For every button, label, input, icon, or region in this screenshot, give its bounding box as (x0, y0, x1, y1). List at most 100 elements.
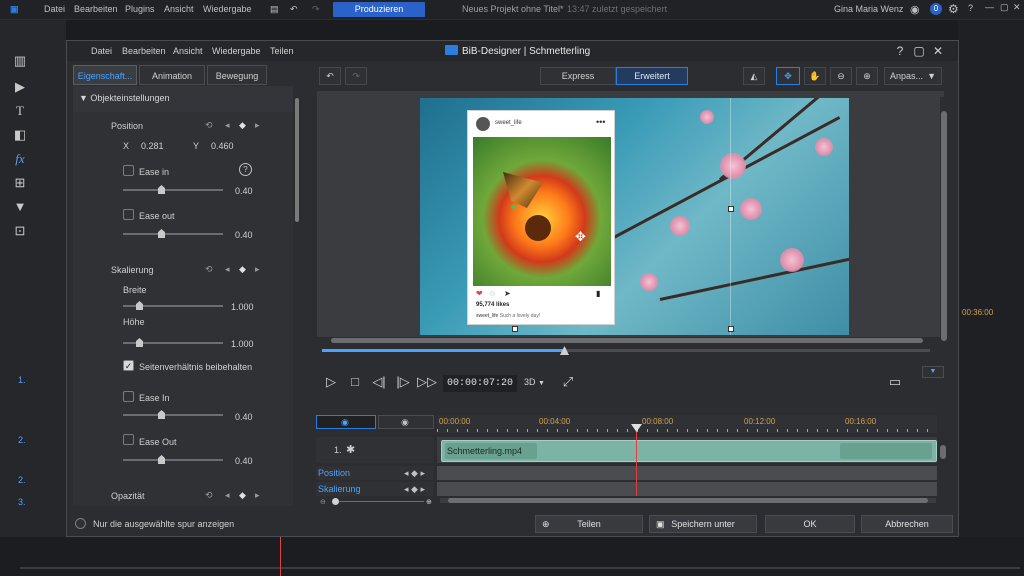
preview-hscroll-thumb[interactable] (331, 338, 923, 343)
preview-vscroll-thumb[interactable] (941, 111, 947, 341)
timeline-clip[interactable]: Schmetterling.mp4 (441, 440, 937, 462)
timeline-ruler[interactable]: 00:00:00 00:04:00 00:08:00 00:12:00 00:1… (437, 415, 937, 433)
opacity-next-keyframe-icon[interactable]: ▸ (255, 490, 260, 501)
opacity-keyframe-icon[interactable]: ◆ (239, 490, 246, 501)
scaling-reset-icon[interactable]: ⟲ (205, 264, 213, 275)
resize-handle-corner[interactable] (728, 326, 734, 332)
dlg-menu-wiedergabe[interactable]: Wiedergabe (212, 46, 261, 56)
timeline-hscroll[interactable] (440, 498, 936, 503)
opacity-prev-keyframe-icon[interactable]: ◂ (225, 490, 230, 501)
mirror-icon[interactable]: ◭ (743, 67, 765, 85)
scaling-ease-out-slider[interactable] (123, 459, 223, 461)
scaling-width-value[interactable]: 1.000 (231, 302, 254, 312)
zoom-minus-icon[interactable]: ⊖ (320, 498, 326, 506)
move-tool-icon[interactable]: ✥ (776, 67, 800, 85)
play-icon[interactable]: ▷ (322, 372, 340, 392)
dialog-maximize-icon[interactable]: ▢ (912, 44, 926, 58)
preview-area[interactable]: sweet_life ••• ✦ ✥ ❤ ◌ ➤ ▮ 95,774 likes … (317, 91, 944, 337)
position-ease-in-slider[interactable] (123, 189, 223, 191)
tab-animation[interactable]: Animation (139, 65, 205, 85)
next-frame-icon[interactable]: |▷ (394, 372, 412, 392)
dialog-close-icon[interactable]: ✕ (931, 44, 945, 58)
timeline-playhead[interactable] (636, 424, 637, 496)
undo-button[interactable]: ↶ (319, 67, 341, 85)
particle-icon[interactable]: ▼ (12, 200, 28, 214)
position-keyframe-icon[interactable]: ◆ (239, 120, 246, 131)
property-scroll-thumb[interactable] (295, 98, 299, 222)
menu-bearbeiten[interactable]: Bearbeiten (74, 4, 118, 14)
snapshot-icon[interactable]: ▭ (886, 372, 904, 392)
fullscreen-icon[interactable]: ⤢ (559, 372, 577, 392)
position-ease-out-checkbox[interactable] (123, 209, 134, 220)
resize-handle-bottom[interactable] (512, 326, 518, 332)
minimize-icon[interactable]: — (985, 2, 994, 12)
property-scrollbar[interactable] (293, 86, 301, 506)
menu-ansicht[interactable]: Ansicht (164, 4, 194, 14)
transition-icon[interactable]: ◧ (12, 128, 28, 142)
opacity-reset-icon[interactable]: ⟲ (205, 490, 213, 501)
zoom-plus-icon[interactable]: ⊕ (426, 498, 432, 506)
video-icon[interactable]: ▶ (12, 80, 28, 94)
redo-icon[interactable]: ↷ (312, 4, 320, 15)
hand-tool-icon[interactable]: ✋ (804, 67, 826, 85)
position-keyframe-row[interactable] (437, 466, 937, 480)
resize-handle-right[interactable] (728, 206, 734, 212)
expand-timeline-button[interactable]: ▼ (922, 366, 944, 378)
timeline-effect-toggle[interactable]: ◉ (378, 415, 434, 429)
scaling-keyframe-icon[interactable]: ◆ (239, 264, 246, 275)
user-icon[interactable]: ◉ (910, 3, 920, 16)
chapter-icon[interactable]: ⊡ (12, 224, 28, 238)
tab-properties[interactable]: Eigenschaft... (73, 65, 137, 85)
scaling-track-label[interactable]: Skalierung (318, 484, 361, 494)
only-selected-checkbox[interactable] (75, 518, 86, 529)
ease-help-icon[interactable]: ? (239, 163, 252, 176)
tab-motion[interactable]: Bewegung (207, 65, 267, 85)
produce-button[interactable]: Produzieren (333, 2, 425, 17)
undo-icon[interactable]: ↶ (290, 4, 298, 15)
zoom-select[interactable]: Anpas... ▼ (884, 67, 942, 85)
title-icon[interactable]: T (12, 104, 28, 118)
playback-scrubber[interactable] (322, 346, 930, 355)
fx-icon[interactable]: fx (12, 152, 28, 166)
save-as-button[interactable]: ▣ Speichern unter (649, 515, 757, 533)
dlg-menu-teilen[interactable]: Teilen (270, 46, 294, 56)
pip-icon[interactable]: ⊞ (12, 176, 28, 190)
preview-hscroll[interactable] (321, 337, 933, 344)
zoom-in-icon[interactable]: ⊕ (856, 67, 878, 85)
help-icon[interactable]: ? (968, 3, 973, 13)
zoom-knob[interactable] (332, 498, 339, 505)
position-prev-keyframe-icon[interactable]: ◂ (225, 120, 230, 131)
scaling-track-keyframe-icon[interactable]: ◂ ◆ ▸ (404, 484, 425, 495)
timecode-display[interactable]: 00:00:07:20 (443, 375, 517, 392)
scaling-height-value[interactable]: 1.000 (231, 339, 254, 349)
notification-icon[interactable]: 0 (930, 3, 942, 15)
maximize-icon[interactable]: ▢ (1000, 2, 1009, 13)
position-x-value[interactable]: 0.281 (141, 141, 164, 151)
position-track-keyframe-icon[interactable]: ◂ ◆ ▸ (404, 468, 425, 479)
preview-vscroll[interactable] (940, 97, 948, 344)
ok-button[interactable]: OK (765, 515, 855, 533)
stop-icon[interactable]: □ (346, 372, 364, 392)
scaling-ease-in-slider[interactable] (123, 414, 223, 416)
view-3d-select[interactable]: 3D ▼ (524, 377, 545, 387)
scaling-next-keyframe-icon[interactable]: ▸ (255, 264, 260, 275)
prev-frame-icon[interactable]: ◁| (370, 372, 388, 392)
cancel-button[interactable]: Abbrechen (861, 515, 953, 533)
menu-datei[interactable]: Datei (44, 4, 65, 14)
mode-advanced-button[interactable]: Erweitert (616, 67, 688, 85)
position-track-label[interactable]: Position (318, 468, 350, 478)
save-icon[interactable]: ▤ (270, 4, 279, 15)
scaling-keyframe-row[interactable] (437, 482, 937, 496)
video-canvas[interactable]: sweet_life ••• ✦ ✥ ❤ ◌ ➤ ▮ 95,774 likes … (420, 98, 849, 335)
scaling-ease-out-checkbox[interactable] (123, 434, 134, 445)
position-ease-in-checkbox[interactable] (123, 165, 134, 176)
app-zoom-slider[interactable] (20, 567, 1020, 569)
keep-ratio-checkbox[interactable]: ✓ (123, 360, 134, 371)
social-post-card[interactable]: sweet_life ••• ✦ ✥ ❤ ◌ ➤ ▮ 95,774 likes … (467, 110, 615, 325)
scaling-prev-keyframe-icon[interactable]: ◂ (225, 264, 230, 275)
share-button[interactable]: ⊕ Teilen (535, 515, 643, 533)
mode-express-button[interactable]: Express (540, 67, 616, 85)
dlg-menu-bearbeiten[interactable]: Bearbeiten (122, 46, 166, 56)
dlg-menu-datei[interactable]: Datei (91, 46, 112, 56)
redo-button[interactable]: ↷ (345, 67, 367, 85)
